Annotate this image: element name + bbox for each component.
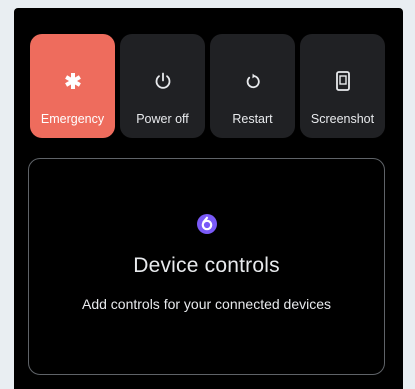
restart-icon — [244, 70, 262, 92]
device-controls-app-icon — [196, 214, 217, 234]
screenshot-button[interactable]: Screenshot — [300, 34, 385, 138]
emergency-button[interactable]: Emergency — [30, 34, 115, 138]
emergency-label: Emergency — [40, 112, 105, 126]
power-menu-panel: Emergency Power off Restart Screenshot D… — [14, 8, 403, 389]
power-actions-row: Emergency Power off Restart Screenshot — [30, 34, 385, 138]
power-off-label: Power off — [136, 112, 189, 126]
restart-button[interactable]: Restart — [210, 34, 295, 138]
asterisk-icon — [64, 70, 82, 92]
power-icon — [154, 70, 172, 92]
device-controls-card[interactable]: Device controls Add controls for your co… — [28, 158, 385, 375]
screenshot-label: Screenshot — [310, 112, 375, 126]
device-controls-subtitle: Add controls for your connected devices — [81, 296, 332, 312]
power-off-button[interactable]: Power off — [120, 34, 205, 138]
restart-label: Restart — [232, 112, 273, 126]
device-controls-title: Device controls — [133, 254, 280, 277]
screenshot-icon — [335, 70, 351, 92]
